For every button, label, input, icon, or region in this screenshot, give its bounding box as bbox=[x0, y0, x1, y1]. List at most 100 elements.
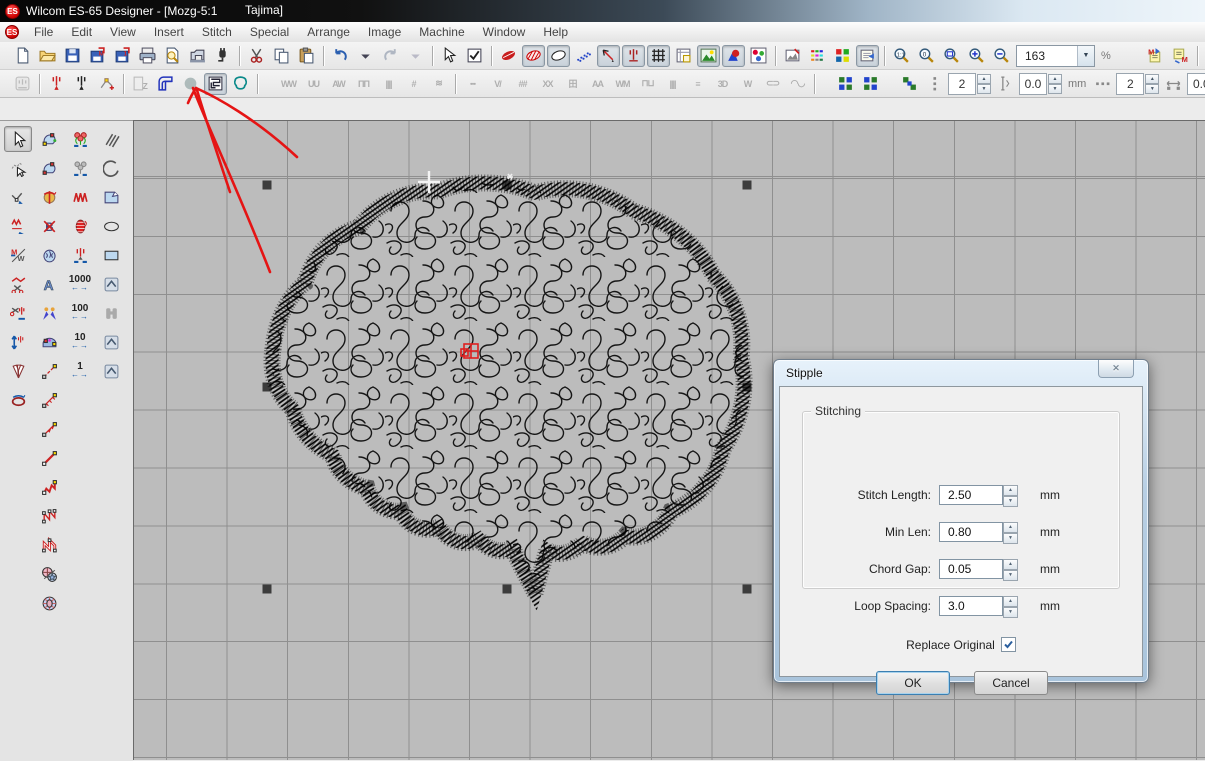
tool-stitch-arrow[interactable] bbox=[4, 213, 32, 239]
menu-view[interactable]: View bbox=[101, 23, 145, 41]
field-stepper[interactable]: ▲▼ bbox=[1003, 522, 1018, 542]
redo[interactable] bbox=[379, 45, 402, 67]
zoom-level-value[interactable]: 163 bbox=[1017, 49, 1077, 63]
wave-stitch[interactable]: ≋ bbox=[427, 73, 450, 95]
bar-stitch[interactable]: ⊓⊔ bbox=[636, 73, 659, 95]
cancel-button[interactable]: Cancel bbox=[974, 671, 1048, 695]
copy[interactable] bbox=[270, 45, 293, 67]
tool-n-open[interactable] bbox=[35, 503, 63, 529]
weave-stitch[interactable]: ## bbox=[511, 73, 534, 95]
gap-icon[interactable] bbox=[994, 73, 1017, 95]
stitches-view[interactable] bbox=[497, 45, 520, 67]
tool-texture-b[interactable] bbox=[97, 358, 125, 384]
tool-fan-tool[interactable] bbox=[4, 358, 32, 384]
e-stitch[interactable]: ΠΠ bbox=[352, 73, 375, 95]
hoop-layout[interactable] bbox=[11, 73, 34, 95]
spin4-input[interactable]: 0.0 bbox=[1187, 73, 1205, 95]
selection-handle[interactable] bbox=[743, 585, 752, 594]
spin2-stepper[interactable]: ▲▼ bbox=[1048, 74, 1062, 94]
loop-stitch[interactable]: UU bbox=[302, 73, 325, 95]
feather-stitch[interactable]: V/ bbox=[486, 73, 509, 95]
redo-dropdown[interactable] bbox=[404, 45, 427, 67]
undo-dropdown[interactable] bbox=[354, 45, 377, 67]
picture-edit[interactable] bbox=[781, 45, 804, 67]
save-file[interactable] bbox=[61, 45, 84, 67]
tool-binoculars[interactable] bbox=[97, 300, 125, 326]
tool-flower-gray[interactable] bbox=[66, 155, 94, 181]
selection-handle[interactable] bbox=[503, 585, 512, 594]
selection-handle[interactable] bbox=[263, 585, 272, 594]
dots-column[interactable] bbox=[923, 73, 946, 95]
selection-handle[interactable] bbox=[743, 181, 752, 190]
spin3-input[interactable]: 2 bbox=[1116, 73, 1144, 95]
stitch-machine[interactable] bbox=[186, 45, 209, 67]
stitch-edit-red[interactable] bbox=[45, 73, 68, 95]
zigzag-stitch[interactable]: AW bbox=[327, 73, 350, 95]
field-input[interactable]: 3.0 bbox=[939, 596, 1003, 616]
tool-n-closed[interactable] bbox=[35, 532, 63, 558]
zoom-previous[interactable]: 0 bbox=[915, 45, 938, 67]
tool-ellipse-tool[interactable] bbox=[97, 213, 125, 239]
field-stepper[interactable]: ▲▼ bbox=[1003, 485, 1018, 505]
tool-open-curve[interactable] bbox=[4, 184, 32, 210]
stipple-fill[interactable] bbox=[204, 73, 227, 95]
tool-brain-patch[interactable] bbox=[35, 242, 63, 268]
zoom-level-combo[interactable]: 163▼ bbox=[1016, 45, 1095, 67]
fur-stitch[interactable]: W bbox=[736, 73, 759, 95]
tool-rectangle-tool[interactable] bbox=[97, 242, 125, 268]
field-stepper[interactable]: ▲▼ bbox=[1003, 596, 1018, 616]
zoom-box[interactable] bbox=[940, 45, 963, 67]
tool-num-100[interactable]: 100←→ bbox=[66, 300, 94, 326]
cut[interactable] bbox=[245, 45, 268, 67]
ok-button[interactable]: OK bbox=[876, 671, 950, 695]
tool-arc-tool[interactable] bbox=[97, 155, 125, 181]
hatch-view[interactable] bbox=[522, 45, 545, 67]
print-preview[interactable] bbox=[161, 45, 184, 67]
tool-texture-a[interactable] bbox=[97, 329, 125, 355]
tool-flower-gray-2[interactable] bbox=[97, 271, 125, 297]
outline-view[interactable] bbox=[547, 45, 570, 67]
color-film[interactable] bbox=[831, 45, 854, 67]
pin-stitch[interactable]: ꞏꞏꞏ bbox=[461, 73, 484, 95]
needle-points-view[interactable] bbox=[622, 45, 645, 67]
width-icon[interactable] bbox=[1162, 73, 1185, 95]
outline-design[interactable] bbox=[229, 73, 252, 95]
spin2-input[interactable]: 0.0 bbox=[1019, 73, 1047, 95]
undo[interactable] bbox=[329, 45, 352, 67]
menu-help[interactable]: Help bbox=[534, 23, 577, 41]
menu-window[interactable]: Window bbox=[474, 23, 535, 41]
connect-machine[interactable] bbox=[211, 45, 234, 67]
brain-design-object[interactable] bbox=[251, 166, 761, 611]
menu-arrange[interactable]: Arrange bbox=[298, 23, 359, 41]
align-horizontal[interactable] bbox=[834, 73, 857, 95]
insert-node[interactable] bbox=[95, 73, 118, 95]
tool-reshape-tool[interactable] bbox=[35, 126, 63, 152]
contour-stitch[interactable]: ≡ bbox=[686, 73, 709, 95]
tool-stitch-scissors[interactable] bbox=[4, 271, 32, 297]
wws-stitch[interactable]: WM bbox=[611, 73, 634, 95]
tool-wheel-circle[interactable] bbox=[35, 590, 63, 616]
menu-stitch[interactable]: Stitch bbox=[193, 23, 241, 41]
thread-colors[interactable] bbox=[806, 45, 829, 67]
dialog-close-button[interactable]: ✕ bbox=[1098, 360, 1134, 378]
selection-handle[interactable] bbox=[263, 181, 272, 190]
bitmap-view[interactable] bbox=[747, 45, 770, 67]
tool-stitch-line-e[interactable] bbox=[35, 474, 63, 500]
tatami-stitch[interactable]: |||| bbox=[377, 73, 400, 95]
tool-measure-updown[interactable] bbox=[4, 329, 32, 355]
tool-stitch-line-d[interactable] bbox=[35, 445, 63, 471]
tool-rotate-skew[interactable] bbox=[35, 184, 63, 210]
three-d[interactable]: 3D bbox=[711, 73, 734, 95]
spin1-stepper[interactable]: ▲▼ bbox=[977, 74, 991, 94]
print[interactable] bbox=[136, 45, 159, 67]
open-file[interactable] bbox=[36, 45, 59, 67]
zoom-in[interactable] bbox=[965, 45, 988, 67]
menu-edit[interactable]: Edit bbox=[62, 23, 101, 41]
hoop-grid[interactable] bbox=[672, 45, 695, 67]
zoom-1-1[interactable]: 1:1 bbox=[890, 45, 913, 67]
zoom-out[interactable] bbox=[990, 45, 1013, 67]
tool-mirror-pair[interactable] bbox=[35, 300, 63, 326]
grid-stitch[interactable]: # bbox=[402, 73, 425, 95]
cross-stitch[interactable]: XX bbox=[536, 73, 559, 95]
circle-fill[interactable] bbox=[179, 73, 202, 95]
